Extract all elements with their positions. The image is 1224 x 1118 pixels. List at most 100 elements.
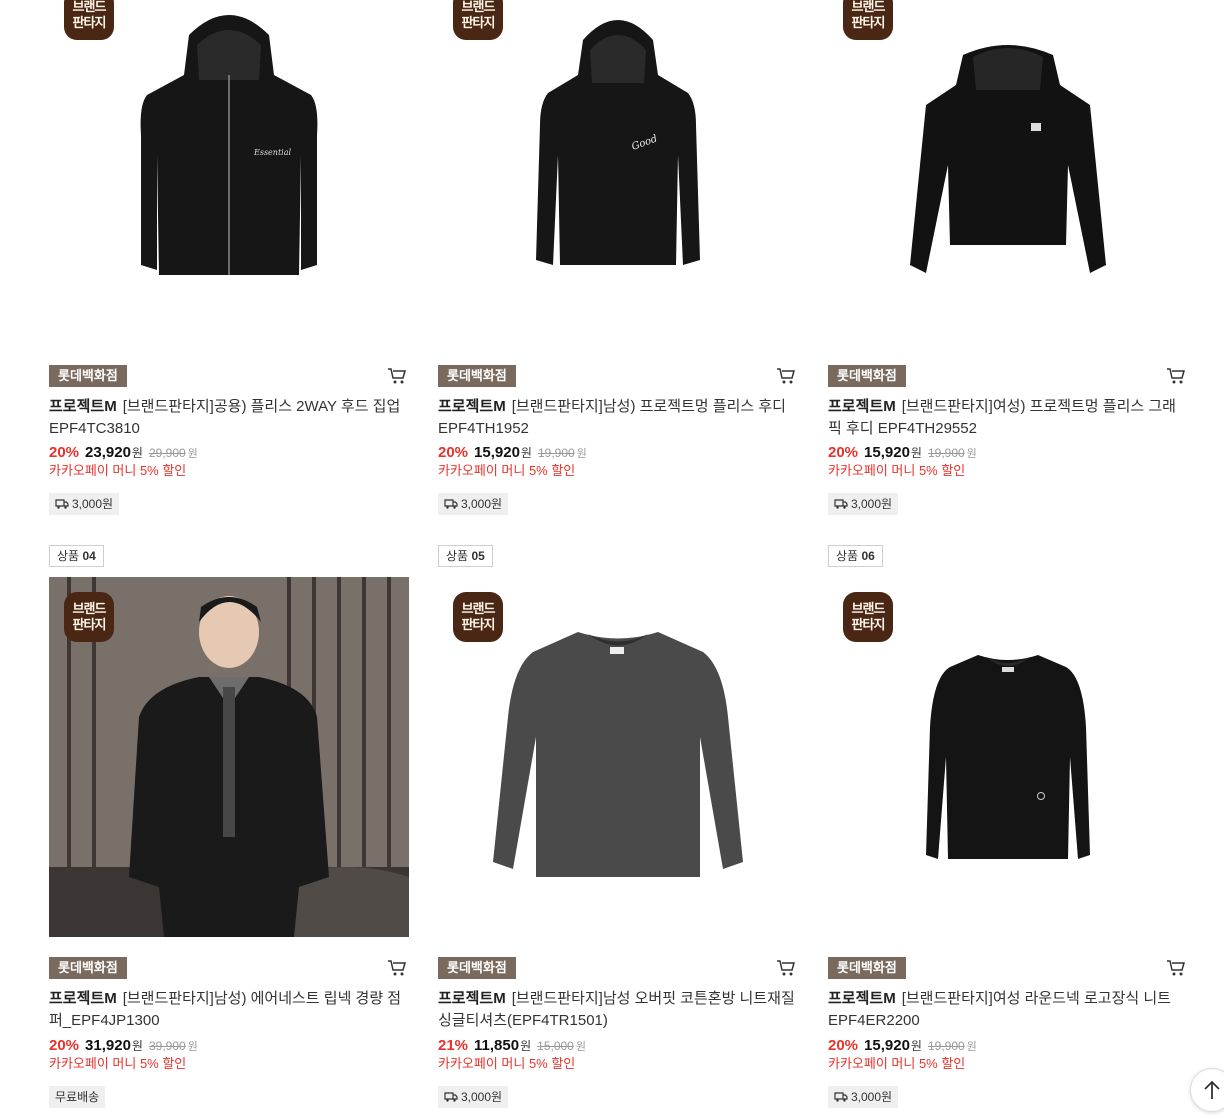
women-hoodie-image [910,45,1106,273]
promo-text: 카카오페이 머니 5% 할인 [438,463,576,478]
cart-icon[interactable] [387,958,407,978]
sale-price: 15,920 [864,1037,910,1054]
promo-text: 카카오페이 머니 5% 할인 [828,1056,966,1071]
brand-fantasy-badge: 브랜드 판타지 [453,592,503,642]
product-image[interactable]: 브랜드 판타지 [49,577,409,937]
truck-icon [55,499,69,509]
cart-icon[interactable] [776,366,796,386]
brand-fantasy-badge: 브랜드 판타지 [843,592,893,642]
price-unit: 원 [520,1039,532,1053]
svg-text:Essential: Essential [253,148,291,157]
price-unit: 원 [131,446,143,460]
brand-name: 프로젝트M [49,398,117,415]
truck-icon [444,499,458,509]
product-image[interactable]: 브랜드 판타지 [828,577,1188,937]
sale-price: 11,850 [474,1037,520,1054]
rank-label: 상품 04 [49,545,104,567]
original-price: 19,900 [927,446,965,460]
shipping-fee: 3,000원 [461,497,503,511]
truck-icon [444,1092,458,1102]
shipping-fee: 3,000원 [461,1090,503,1104]
original-price-unit: 원 [187,448,198,460]
seller-tag: 롯데백화점 [438,957,516,979]
original-price: 15,000 [537,1039,574,1053]
cart-icon[interactable] [1166,958,1186,978]
shipping-fee: 3,000원 [72,497,114,511]
product-title[interactable]: 프로젝트M [브랜드판타지]남성) 프로젝트멍 플리스 후디 EPF4TH1952 [438,396,798,440]
brand-fantasy-badge: 브랜드 판타지 [64,0,114,40]
price-row: 20% 31,920원 39,900 원 [49,1036,198,1056]
sale-price: 15,920 [474,444,520,461]
shipping-tag: 3,000원 [49,493,120,515]
product-card[interactable]: 상품 06 브랜드 판타지 롯데백화점 프로젝트M [브랜드판타지]여성 라운드넥 … [828,545,1188,1118]
product-title[interactable]: 프로젝트M [브랜드판타지]여성) 프로젝트멍 플리스 그래픽 후디 EPF4TH… [828,396,1188,440]
original-price-unit: 원 [966,1041,977,1053]
product-card[interactable]: 브랜드 판타지 롯데백화점 프로젝트M [브랜드판타지]여성) 프로젝트멍 플리스 … [828,0,1188,515]
seller-tag: 롯데백화점 [49,365,127,387]
original-price: 19,900 [537,446,575,460]
seller-tag: 롯데백화점 [438,365,516,387]
brand-fantasy-badge: 브랜드 판타지 [843,0,893,40]
product-image[interactable]: Good 브랜드 판타지 [438,0,798,335]
original-price-unit: 원 [187,1041,198,1053]
cart-icon[interactable] [776,958,796,978]
product-title[interactable]: 프로젝트M [브랜드판타지]남성) 에어네스트 립넥 경량 점퍼_EPF4JP13… [49,988,409,1032]
original-price-unit: 원 [575,1041,586,1053]
price-row: 20% 15,920원 19,900 원 [828,443,977,463]
shipping-tag: 무료배송 [49,1086,106,1108]
arrow-up-icon [1204,1080,1220,1099]
cart-icon[interactable] [387,366,407,386]
product-card[interactable]: Essential 브랜드 판타지 롯데백화점 프로젝트M [브랜드판타지]공용) … [49,0,409,515]
product-image[interactable]: Essential 브랜드 판타지 [49,0,409,335]
shipping-tag: 3,000원 [438,1086,509,1108]
seller-tag: 롯데백화점 [828,365,906,387]
price-unit: 원 [910,1039,922,1053]
price-unit: 원 [520,446,532,460]
cart-icon[interactable] [1166,366,1186,386]
original-price: 39,900 [148,1039,186,1053]
product-image[interactable]: 브랜드 판타지 [438,577,798,937]
product-grid: Essential 브랜드 판타지 롯데백화점 프로젝트M [브랜드판타지]공용) … [0,0,1224,1118]
shipping-tag: 3,000원 [828,1086,899,1108]
discount-rate: 20% [828,444,859,461]
price-unit: 원 [910,446,922,460]
brand-name: 프로젝트M [828,990,896,1007]
product-card[interactable]: 상품 05 브랜드 판타지 롯데백화점 프로젝트M [브랜드판타지]남성 오버핏 코… [438,545,798,1118]
product-title[interactable]: 프로젝트M [브랜드판타지]공용) 플리스 2WAY 후드 집업 EPF4TC38… [49,396,409,440]
promo-text: 카카오페이 머니 5% 할인 [438,1056,576,1071]
product-title[interactable]: 프로젝트M [브랜드판타지]여성 라운드넥 로고장식 니트 EPF4ER2200 [828,988,1188,1032]
brand-name: 프로젝트M [49,990,117,1007]
hoodie-image: Good [536,20,700,265]
shipping-fee: 3,000원 [851,1090,893,1104]
brand-name: 프로젝트M [828,398,896,415]
sale-price: 23,920 [85,444,131,461]
original-price: 19,900 [927,1039,965,1053]
product-card[interactable]: Good 브랜드 판타지 롯데백화점 프로젝트M [브랜드판타지]남성) 프로젝트멍… [438,0,798,515]
rank-label: 상품 05 [438,545,493,567]
price-row: 20% 15,920원 19,900 원 [438,443,587,463]
seller-tag: 롯데백화점 [49,957,127,979]
discount-rate: 21% [438,1037,469,1054]
zip-hoodie-image: Essential [140,15,318,275]
price-unit: 원 [131,1039,143,1053]
seller-tag: 롯데백화점 [828,957,906,979]
brand-name: 프로젝트M [438,398,506,415]
original-price-unit: 원 [576,448,587,460]
product-title[interactable]: 프로젝트M [브랜드판타지]남성 오버핏 코튼혼방 니트재질 싱글티셔츠(EPF4… [438,988,798,1032]
shipping-tag: 3,000원 [828,493,899,515]
brand-name: 프로젝트M [438,990,506,1007]
brand-fantasy-badge: 브랜드 판타지 [453,0,503,40]
shipping-fee: 무료배송 [55,1090,100,1104]
product-card[interactable]: 상품 04 브랜드 판타지 롯데백화점 프로젝트M [브랜드판타지]남성) 에어… [49,545,409,1118]
price-row: 20% 15,920원 19,900 원 [828,1036,977,1056]
rank-label: 상품 06 [828,545,883,567]
shipping-tag: 3,000원 [438,493,509,515]
truck-icon [834,499,848,509]
promo-text: 카카오페이 머니 5% 할인 [49,463,187,478]
discount-rate: 20% [828,1037,859,1054]
original-price: 29,900 [148,446,186,460]
product-image[interactable]: 브랜드 판타지 [828,0,1188,335]
promo-text: 카카오페이 머니 5% 할인 [49,1056,187,1071]
sale-price: 31,920 [85,1037,131,1054]
shipping-fee: 3,000원 [851,497,893,511]
